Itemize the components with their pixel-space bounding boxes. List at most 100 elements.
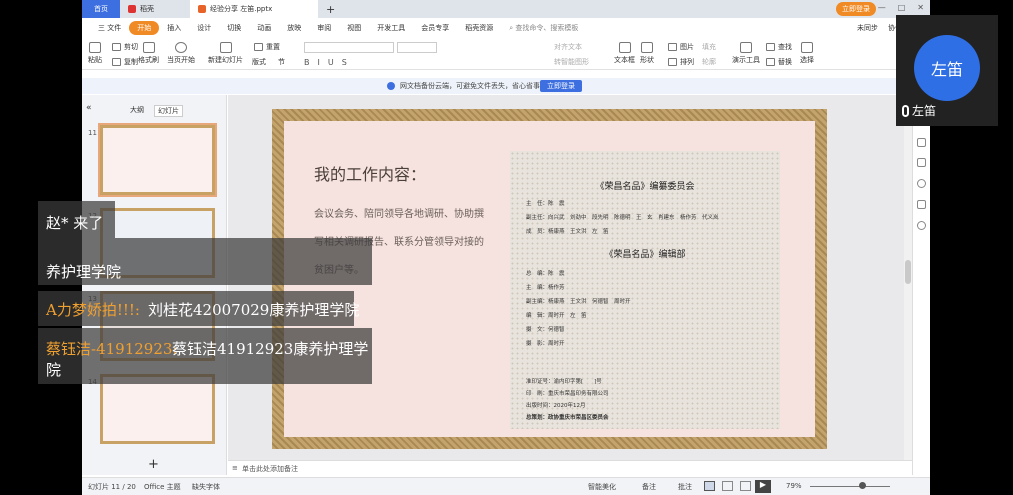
notes-button[interactable]: 备注: [642, 482, 656, 492]
menu-transition[interactable]: 切换: [219, 23, 249, 33]
smart-beautify-button[interactable]: 智能美化: [588, 482, 616, 492]
reset-button[interactable]: 重置: [254, 42, 280, 52]
tab-file[interactable]: 经验分享 左笛.pptx: [190, 0, 318, 18]
copy-format-icon[interactable]: [917, 158, 926, 167]
maximize-button[interactable]: □: [898, 3, 906, 12]
replace-button[interactable]: 替换: [766, 57, 792, 67]
menu-view[interactable]: 视图: [339, 23, 369, 33]
replace-label: 替换: [778, 58, 792, 66]
add-slide-button[interactable]: +: [148, 457, 159, 472]
doc-line: 总 编：陈 震: [526, 271, 565, 277]
outline-button[interactable]: 轮廓: [702, 57, 716, 67]
menu-member[interactable]: 会员专享: [413, 23, 457, 33]
menu-start[interactable]: 开始: [129, 21, 160, 35]
arrange-label: 排列: [680, 58, 694, 66]
format-painter-button[interactable]: 格式刷: [138, 42, 159, 65]
paste-label: 粘贴: [88, 56, 102, 64]
settings-icon[interactable]: [917, 200, 926, 209]
layout-button[interactable]: 版式: [252, 57, 266, 67]
zoom-level[interactable]: 79%: [786, 482, 802, 490]
font-size-select[interactable]: [397, 42, 437, 53]
search-command-text: 查找命令、搜索模板: [515, 24, 579, 32]
sync-status[interactable]: 未同步: [857, 23, 878, 33]
reset-icon: [254, 43, 263, 51]
book-credits-image[interactable]: 《荣昌名品》编纂委员会 主 任：陈 震 副主任：向兴武 刘劲中 段先明 陈德明 …: [510, 151, 780, 429]
missing-font[interactable]: 缺失字体: [192, 482, 220, 492]
menu-slideshow[interactable]: 放映: [279, 23, 309, 33]
notes-placeholder: 单击此处添加备注: [242, 465, 298, 473]
font-select[interactable]: [304, 42, 394, 53]
normal-view-icon[interactable]: [704, 481, 715, 491]
search-command[interactable]: ⌕ 查找命令、搜索模板: [501, 23, 586, 33]
section-button[interactable]: 节: [278, 57, 285, 67]
select-label: 选择: [800, 56, 814, 64]
chat-message: 刘桂花42007029康养护理学院: [148, 301, 360, 319]
smart-art-button[interactable]: 转智能图形: [554, 57, 589, 67]
font-style-buttons[interactable]: BIUS: [304, 58, 355, 67]
cursor-icon: [801, 42, 813, 53]
minimize-button[interactable]: —: [878, 3, 886, 12]
notice-login-button[interactable]: 立即登录: [540, 80, 582, 92]
vertical-scrollbar[interactable]: [904, 95, 912, 460]
shape-button[interactable]: 形状: [640, 42, 654, 65]
zoom-slider-handle[interactable]: [859, 482, 866, 489]
find-button[interactable]: 查找: [766, 42, 792, 52]
location-icon[interactable]: [917, 221, 926, 230]
collapse-icon[interactable]: «: [86, 103, 92, 113]
play-slideshow-icon[interactable]: ▶: [755, 480, 771, 493]
close-button[interactable]: ✕: [917, 3, 924, 12]
tab-bar: 首页 稻壳 经验分享 左笛.pptx + 立即登录 — □ ✕: [82, 0, 930, 18]
present-tools-button[interactable]: 演示工具: [732, 42, 760, 65]
login-button[interactable]: 立即登录: [836, 2, 876, 16]
new-slide-button[interactable]: 新建幻灯片: [208, 42, 243, 65]
paste-button[interactable]: 粘贴: [88, 42, 102, 65]
play-current-button[interactable]: 当页开始: [167, 42, 195, 65]
notes-toggle-icon[interactable]: ≡: [232, 464, 238, 472]
committee-heading: 《荣昌名品》编纂委员会: [595, 182, 695, 192]
presenter-name: 左笛: [902, 102, 936, 119]
reading-view-icon[interactable]: [740, 481, 751, 491]
menu-design[interactable]: 设计: [189, 23, 219, 33]
doc-line: 摄 影：周时开: [526, 341, 565, 347]
menu-animation[interactable]: 动画: [249, 23, 279, 33]
cut-button[interactable]: 剪切: [112, 42, 138, 52]
tab-home[interactable]: 首页: [82, 0, 120, 18]
doc-line: 编 辑：周时开 左 笛: [526, 313, 587, 319]
select-button[interactable]: 选择: [800, 42, 814, 65]
copy-button[interactable]: 复制: [112, 57, 138, 67]
tab-outline[interactable]: 大纲: [130, 105, 144, 115]
scissors-icon: [112, 43, 121, 51]
doc-line: 成 员：杨康燕 王文洪 左 笛: [526, 229, 609, 235]
chat-join-message: 赵* 来了: [46, 214, 104, 232]
layout-label: 版式: [252, 58, 266, 66]
slide-thumbnail-14[interactable]: [100, 374, 215, 444]
help-icon[interactable]: [917, 179, 926, 188]
picture-button[interactable]: 图片: [668, 42, 694, 52]
align-text-button[interactable]: 对齐文本: [554, 42, 582, 52]
tab-draft-label: 稻壳: [140, 5, 154, 13]
zoom-slider[interactable]: [810, 486, 890, 487]
textbox-button[interactable]: 文本框: [614, 42, 635, 65]
copy-label: 复制: [124, 58, 138, 66]
menu-file[interactable]: 三 文件: [90, 23, 129, 33]
avatar: 左笛: [914, 35, 980, 101]
menu-docer[interactable]: 稻壳资源: [457, 23, 501, 33]
comment-button[interactable]: 批注: [678, 482, 692, 492]
tab-slides[interactable]: 幻灯片: [154, 105, 183, 117]
pin-icon[interactable]: [917, 138, 926, 147]
fill-button[interactable]: 填充: [702, 42, 716, 52]
new-tab-button[interactable]: +: [318, 0, 343, 18]
theme-name: Office 主题: [144, 483, 181, 491]
slide-thumbnail-11[interactable]: [98, 123, 217, 197]
menu-insert[interactable]: 插入: [159, 23, 189, 33]
arrange-button[interactable]: 排列: [668, 57, 694, 67]
slide-title[interactable]: 我的工作内容：: [314, 161, 426, 185]
menu-developer[interactable]: 开发工具: [369, 23, 413, 33]
notes-pane[interactable]: ≡ 单击此处添加备注: [228, 460, 912, 475]
menu-review[interactable]: 审阅: [309, 23, 339, 33]
sorter-view-icon[interactable]: [722, 481, 733, 491]
info-icon: [387, 82, 395, 90]
tab-draft[interactable]: 稻壳: [120, 0, 190, 18]
presenter-video-tile[interactable]: 左笛 左笛: [896, 15, 998, 126]
status-bar: 幻灯片 11 / 20 Office 主题 缺失字体 智能美化 备注 批注 ▶ …: [82, 477, 930, 495]
